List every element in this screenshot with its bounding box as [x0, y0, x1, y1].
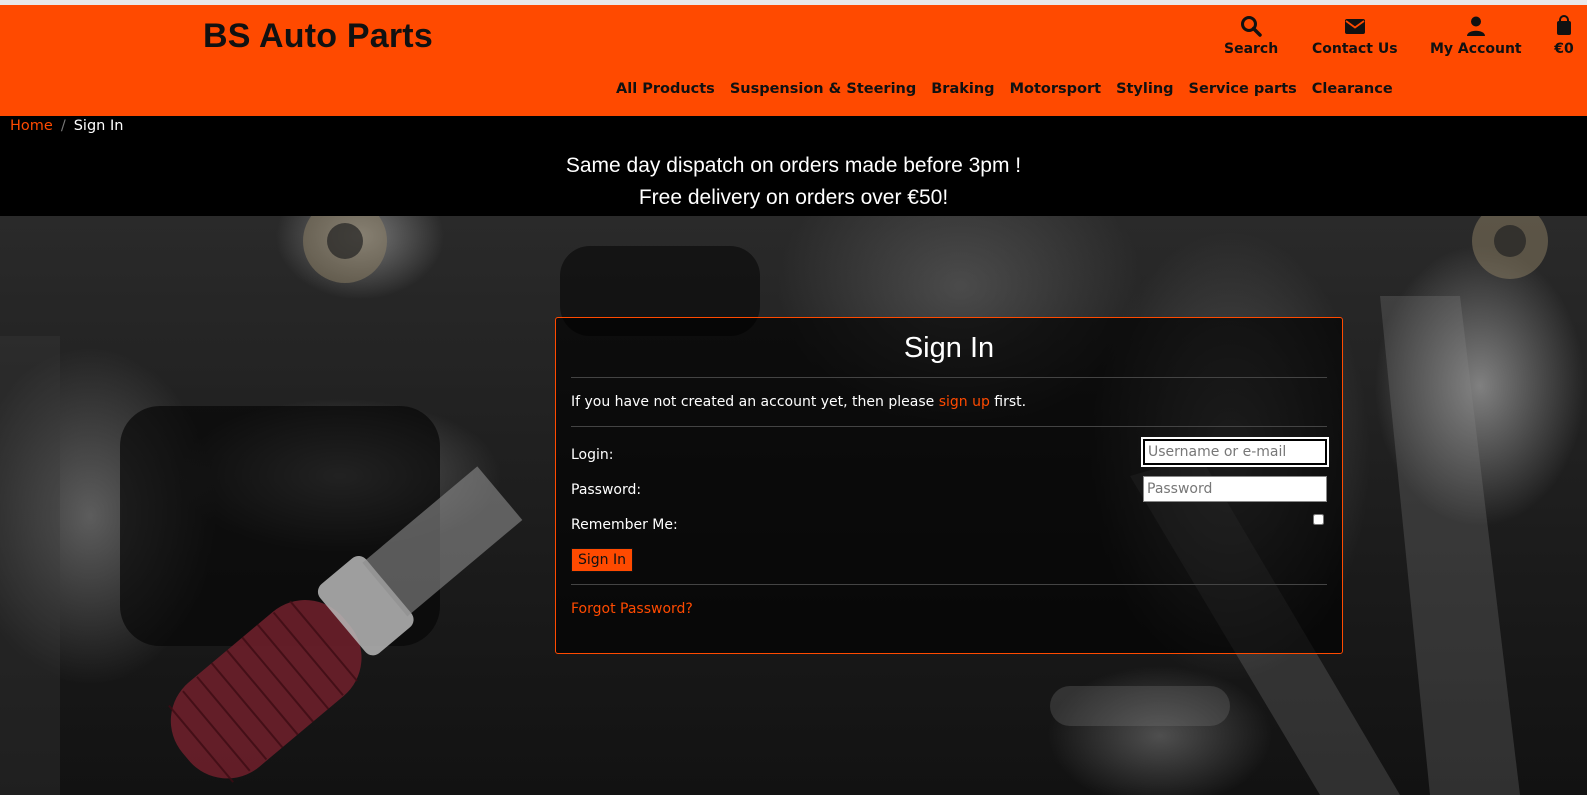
breadcrumb-banner-bar: Home / Sign In Same day dispatch on orde… — [0, 116, 1587, 216]
dispatch-banner: Same day dispatch on orders made before … — [565, 154, 1022, 177]
contact-us-label: Contact Us — [1312, 41, 1398, 57]
delivery-banner: Free delivery on orders over €50! — [638, 186, 949, 209]
nav-clearance[interactable]: Clearance — [1312, 81, 1393, 97]
nav-suspension-steering[interactable]: Suspension & Steering — [730, 81, 916, 97]
sign-in-title: Sign In — [903, 332, 995, 364]
divider — [571, 377, 1327, 378]
login-label: Login: — [571, 447, 614, 463]
nav-service-parts[interactable]: Service parts — [1189, 81, 1297, 97]
main-nav: All Products Suspension & Steering Braki… — [616, 81, 1393, 97]
site-header: BS Auto Parts Search Contact Us My Accou… — [0, 5, 1587, 116]
sign-up-link[interactable]: sign up — [939, 394, 990, 410]
user-icon — [1430, 15, 1522, 39]
signup-prompt-text: If you have not created an account yet, … — [571, 394, 939, 410]
remember-label: Remember Me: — [571, 517, 678, 533]
engine-bay-background: Sign In If you have not created an accou… — [0, 216, 1587, 795]
search-link[interactable]: Search — [1224, 15, 1278, 57]
nav-motorsport[interactable]: Motorsport — [1010, 81, 1102, 97]
contact-us-link[interactable]: Contact Us — [1312, 15, 1398, 57]
login-input[interactable] — [1141, 437, 1329, 467]
login-row: Login: — [571, 437, 1329, 474]
my-account-label: My Account — [1430, 41, 1522, 57]
password-input[interactable] — [1143, 476, 1327, 502]
remember-checkbox[interactable] — [1313, 514, 1324, 525]
breadcrumb-home[interactable]: Home — [10, 118, 53, 134]
search-icon — [1224, 15, 1278, 39]
signup-prompt-suffix: first. — [989, 394, 1027, 410]
my-account-link[interactable]: My Account — [1430, 15, 1522, 57]
nav-braking[interactable]: Braking — [931, 81, 994, 97]
cart-link[interactable]: €0 — [1553, 15, 1575, 57]
divider — [571, 426, 1327, 427]
envelope-icon — [1312, 15, 1398, 39]
remember-row: Remember Me: — [571, 509, 1327, 544]
breadcrumb-separator: / — [60, 118, 66, 134]
signup-prompt: If you have not created an account yet, … — [571, 394, 1327, 410]
password-label: Password: — [571, 482, 642, 498]
cart-total: €0 — [1554, 41, 1574, 57]
divider — [571, 584, 1327, 585]
search-label: Search — [1224, 41, 1279, 57]
cart-icon — [1553, 15, 1575, 39]
header-tools: Search Contact Us My Account €0 — [1200, 15, 1587, 75]
breadcrumb: Home / Sign In — [10, 118, 123, 134]
sign-in-button[interactable]: Sign In — [571, 548, 633, 572]
breadcrumb-current: Sign In — [73, 118, 124, 134]
nav-all-products[interactable]: All Products — [616, 81, 715, 97]
sign-in-card: Sign In If you have not created an accou… — [555, 317, 1343, 654]
password-row: Password: — [571, 474, 1327, 509]
nav-styling[interactable]: Styling — [1116, 81, 1173, 97]
forgot-password-link[interactable]: Forgot Password? — [571, 601, 1327, 617]
site-logo[interactable]: BS Auto Parts — [203, 17, 433, 56]
